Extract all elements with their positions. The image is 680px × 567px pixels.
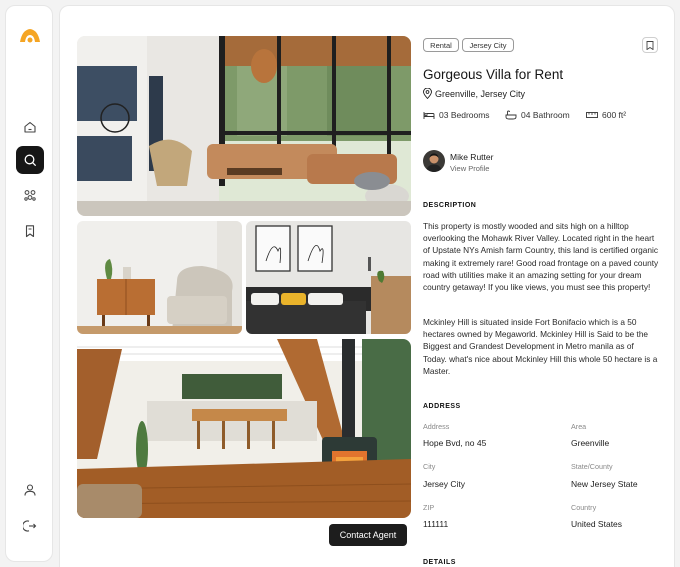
tag-rental[interactable]: Rental	[423, 38, 459, 52]
listing-panel: Contact Agent Rental Jersey City Gorgeou…	[59, 5, 675, 567]
search-icon	[24, 154, 36, 166]
community-icon	[24, 190, 36, 201]
country-label: Country	[571, 503, 597, 512]
photo-living-room[interactable]	[77, 36, 411, 216]
address-label: Address	[423, 422, 450, 431]
details-heading: DETAILS	[423, 559, 456, 566]
nav-logout[interactable]	[16, 512, 44, 540]
area-ruler-icon	[586, 112, 598, 118]
logout-icon	[23, 520, 37, 532]
nav-search[interactable]	[16, 146, 44, 174]
nav-home[interactable]	[16, 113, 44, 141]
sidebar	[5, 5, 53, 562]
photo-reading-corner[interactable]	[77, 221, 242, 334]
feature-area: 600 ft²	[586, 110, 626, 120]
location-text: Greenville, Jersey City	[435, 88, 526, 99]
nav-community[interactable]	[16, 181, 44, 209]
country-value: United States	[571, 519, 623, 529]
photo-bedroom[interactable]	[246, 221, 411, 334]
location-pin-icon	[423, 88, 432, 99]
bathrooms-text: 04 Bathroom	[521, 110, 570, 120]
save-listing-button[interactable]	[642, 37, 658, 53]
city-value: Jersey City	[423, 479, 466, 489]
description-heading: DESCRIPTION	[423, 202, 477, 209]
state-label: State/County	[571, 462, 613, 471]
view-profile-link[interactable]: View Profile	[450, 164, 489, 173]
contact-agent-button[interactable]: Contact Agent	[329, 524, 407, 546]
address-heading: ADDRESS	[423, 403, 461, 410]
tag-location[interactable]: Jersey City	[462, 38, 514, 52]
address-value: Hope Bvd, no 45	[423, 438, 487, 448]
bathtub-icon	[505, 110, 517, 120]
description-paragraph-2: Mckinley Hill is situated inside Fort Bo…	[423, 317, 658, 376]
user-icon	[24, 484, 36, 496]
bed-icon	[423, 112, 435, 119]
bookmark-icon	[646, 40, 654, 50]
description-paragraph-1: This property is mostly wooded and sits …	[423, 221, 659, 293]
bedrooms-text: 03 Bedrooms	[439, 110, 490, 120]
city-label: City	[423, 462, 436, 471]
photo-kitchen[interactable]	[77, 339, 411, 518]
listing-title: Gorgeous Villa for Rent	[423, 67, 564, 82]
agent-name: Mike Rutter	[450, 152, 494, 162]
nav-saved[interactable]	[16, 217, 44, 245]
listing-location: Greenville, Jersey City	[423, 88, 525, 99]
feature-bedrooms: 03 Bedrooms	[423, 110, 490, 120]
zip-value: 111111	[423, 519, 449, 529]
state-value: New Jersey State	[571, 479, 638, 489]
home-icon	[24, 121, 36, 133]
area-value: Greenville	[571, 438, 610, 448]
feature-bathrooms: 04 Bathroom	[505, 110, 570, 120]
nav-profile[interactable]	[16, 476, 44, 504]
zip-label: ZIP	[423, 503, 435, 512]
brand-logo-icon[interactable]	[19, 27, 41, 43]
bookmark-icon	[25, 225, 35, 238]
area-label: Area	[571, 422, 587, 431]
agent-avatar[interactable]	[423, 150, 445, 172]
area-text: 600 ft²	[602, 110, 627, 120]
